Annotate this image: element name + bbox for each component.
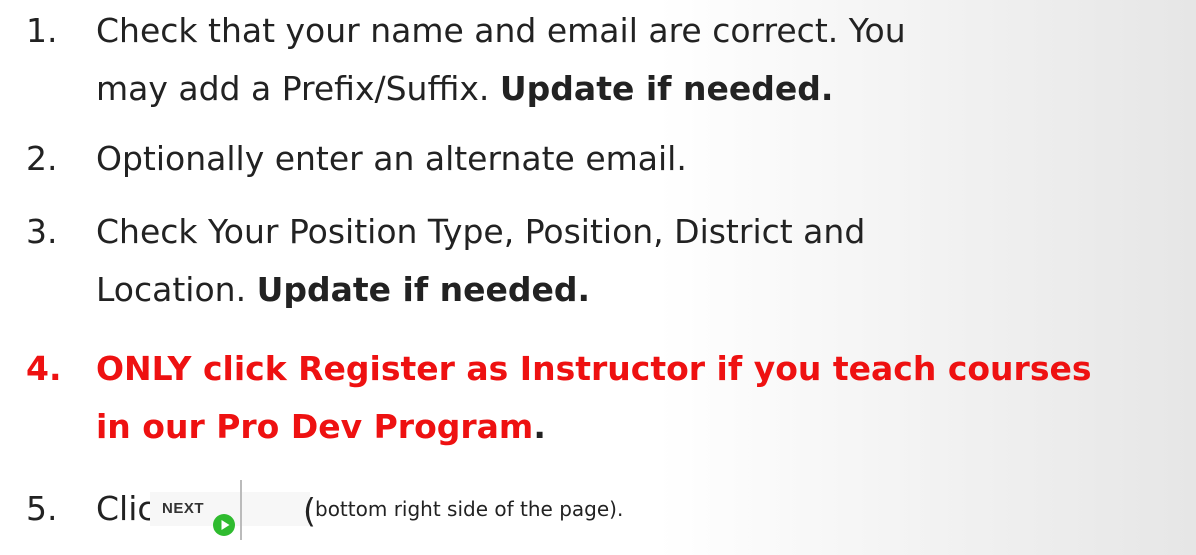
item-line-text: may add a Prefix/Suffix. <box>96 69 500 108</box>
item-line: Optionally enter an alternate email. <box>96 139 687 178</box>
item-number: 5. <box>26 489 58 528</box>
update-emphasis: Update if needed. <box>499 69 834 108</box>
toolbar-separator <box>240 480 242 540</box>
item-number: 2. <box>26 139 58 178</box>
item-text: ONLY click Register as Instructor if you… <box>96 340 1092 456</box>
item-line-period: . <box>533 407 546 446</box>
item-line: Check that your name and email are corre… <box>96 11 906 50</box>
item-number: 3. <box>26 212 58 251</box>
item-number: 1. <box>26 11 58 50</box>
open-paren: ( <box>303 491 316 530</box>
next-location-note: bottom right side of the page). <box>315 497 624 521</box>
item-line-text: Location. <box>96 270 257 309</box>
instructor-warning-line: ONLY click Register as Instructor if you… <box>96 349 1092 388</box>
item-line: in our Pro Dev Program. <box>96 398 1092 456</box>
instruction-list: 1. Check that your name and email are co… <box>0 0 1196 540</box>
item-text: Optionally enter an alternate email. <box>96 130 687 188</box>
item-text: Check that your name and email are corre… <box>96 2 906 118</box>
item-line: may add a Prefix/Suffix. Update if neede… <box>96 60 906 118</box>
play-icon <box>212 497 236 536</box>
instructor-warning-line: in our Pro Dev Program <box>96 407 534 446</box>
item-line: Location. Update if needed. <box>96 261 865 319</box>
item-number: 4. <box>26 349 62 388</box>
item-line: Check Your Position Type, Position, Dist… <box>96 212 866 251</box>
next-button[interactable]: NEXT <box>150 492 310 536</box>
next-button-label: NEXT <box>162 500 205 517</box>
item-text: Check Your Position Type, Position, Dist… <box>96 203 865 319</box>
update-emphasis: Update if needed. <box>256 270 591 309</box>
